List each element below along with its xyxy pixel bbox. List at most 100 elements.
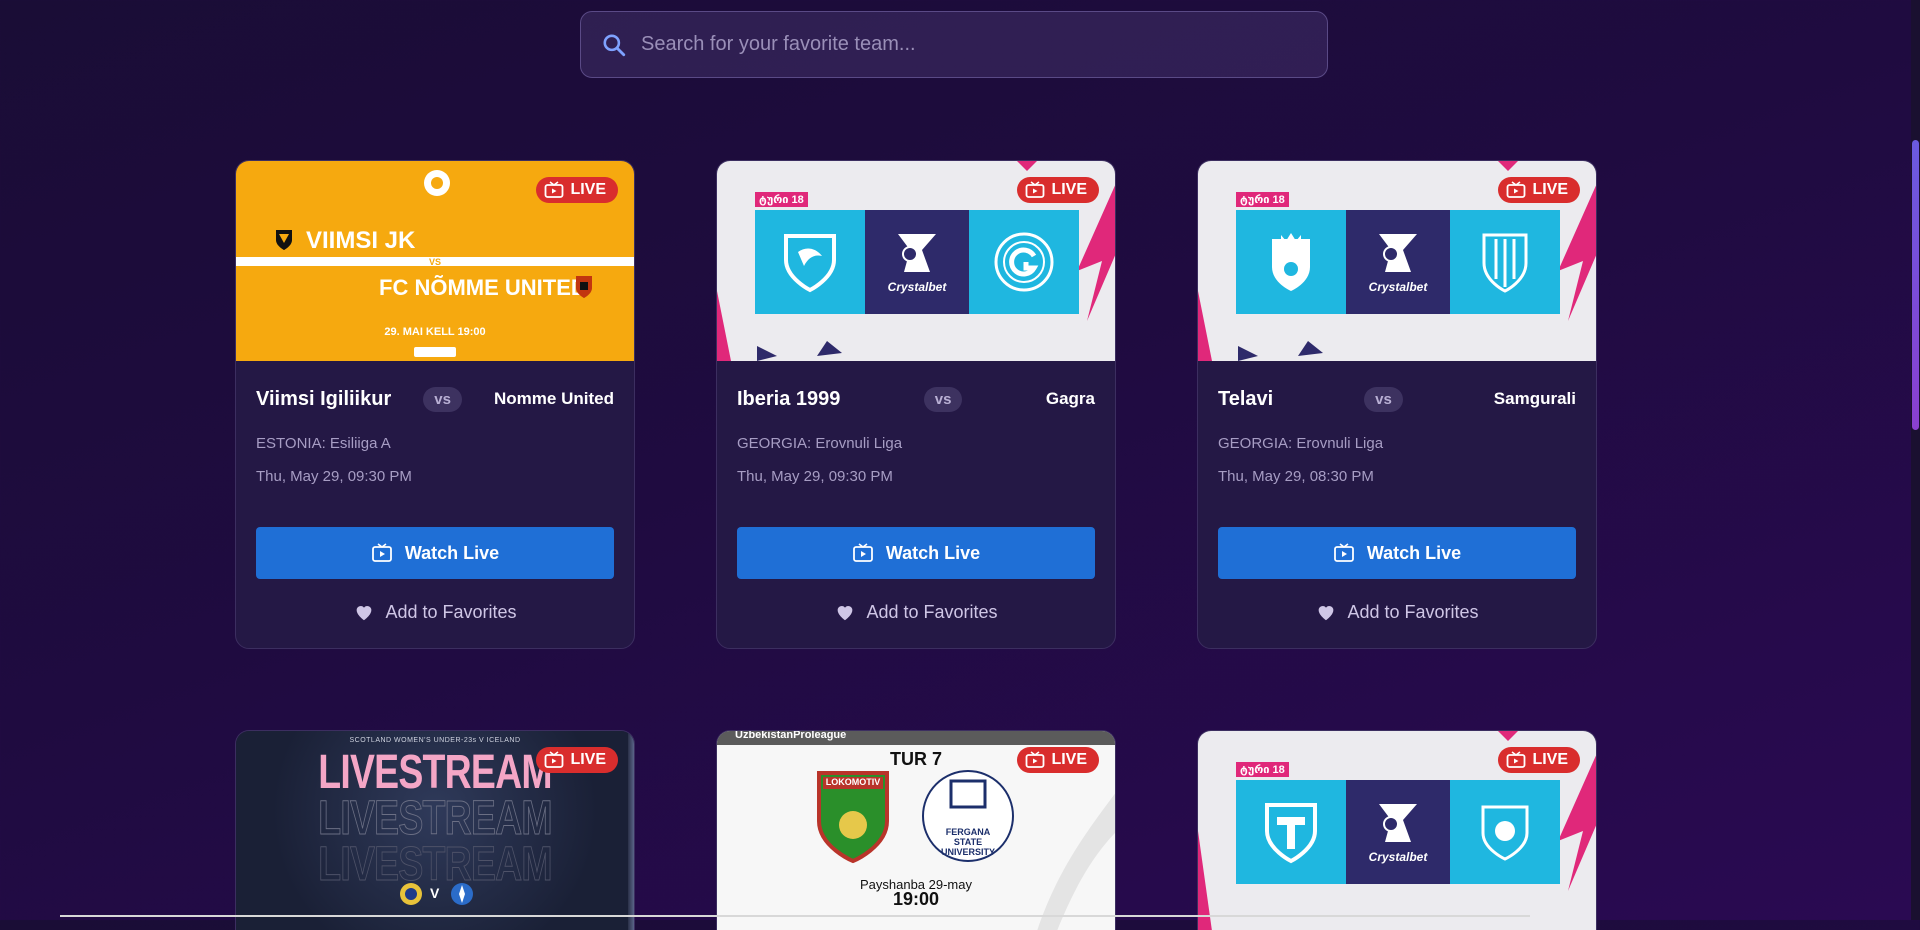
add-to-favorites-button[interactable]: Add to Favorites [256,601,614,623]
heart-icon [1319,606,1334,621]
livestream-echo-2: LIVESTREAM [318,838,553,892]
watch-live-button[interactable]: Watch Live [256,527,614,579]
away-team: Nomme United [494,389,614,408]
live-badge: LIVE [1498,177,1580,203]
nomme-crest-icon [576,276,592,298]
thumb-home-name: VIIMSI JK [306,227,416,254]
watch-live-button[interactable]: Watch Live [1218,527,1576,579]
watch-live-label: Watch Live [404,542,500,563]
home-team: Telavi [1218,387,1274,410]
live-badge: LIVE [536,747,618,773]
thumb-top-text: SCOTLAND WOMEN'S UNDER-23s V ICELAND [349,737,521,744]
league-label: ESTONIA: Esiliiga A [256,435,391,452]
match-thumbnail[interactable]: ტური 18 Crystalbet LIVE [1198,161,1596,361]
thumb-right-edge [628,731,634,930]
home-team: Viimsi Igiliikur [256,387,392,410]
home-logo [1236,210,1346,314]
sponsor-name: Crystalbet [1368,280,1428,294]
home-club-label: LOKOMOTIV [825,777,881,787]
tv-icon [1026,181,1045,198]
match-card: UzbekistanProleague TUR 7 LOKOMOTIV FERG… [716,730,1116,930]
crystal-logo-icon [1379,804,1417,842]
striped-crest-icon [1482,233,1528,293]
match-thumbnail[interactable]: ტური 18 Crystalbet LIVE [1198,731,1596,930]
sponsor-name: Crystalbet [1368,850,1428,864]
vs-badge: vs [923,386,963,412]
thumb-away-name: FC NÕMME UNITED [379,275,587,300]
heart-icon [838,606,853,621]
live-label: LIVE [1532,751,1568,768]
match-time: Thu, May 29, 09:30 PM [256,468,412,485]
away-team: Gagra [1045,389,1095,408]
crystal-logo-icon [898,234,936,272]
add-to-favorites-button[interactable]: Add to Favorites [737,601,1095,623]
heart-icon [357,606,372,621]
versus-letter: V [430,885,440,901]
match-card: ტური 18 Crystalbet LIVE [1197,730,1597,930]
match-thumbnail[interactable]: ტური 18 Crystalbet LIVE [717,161,1115,361]
tv-icon [1507,751,1526,768]
sponsor-logo: Crystalbet [1346,210,1450,314]
search-bar[interactable] [580,11,1328,78]
live-label: LIVE [1051,181,1087,198]
shield-icon [784,234,836,293]
club-crest-icon [424,170,450,196]
horizontal-scrollbar[interactable] [60,915,1530,917]
round-tag: ტური 18 [1236,192,1289,207]
sun-crest-icon [1481,805,1529,861]
scrollbar-thumb[interactable] [1912,140,1919,430]
away-club-label: FERGANA STATE UNIVERSITY [940,827,995,857]
live-badge: LIVE [1017,747,1099,773]
tv-icon [1026,751,1045,768]
live-badge: LIVE [1017,177,1099,203]
sponsor-logo: Crystalbet [1346,780,1450,884]
watch-live-button[interactable]: Watch Live [737,527,1095,579]
tv-icon [545,751,564,768]
watch-live-label: Watch Live [1366,542,1462,563]
add-to-favorites-label: Add to Favorites [866,601,998,622]
match-time: Thu, May 29, 08:30 PM [1218,468,1374,485]
add-to-favorites-label: Add to Favorites [1347,601,1479,622]
match-thumbnail[interactable]: UzbekistanProleague TUR 7 LOKOMOTIV FERG… [717,731,1115,930]
round-tag: ტური 18 [755,192,808,207]
vs-badge: vs [1364,386,1403,412]
tv-icon [371,543,392,562]
match-thumbnail[interactable]: SCOTLAND WOMEN'S UNDER-23s V ICELAND LIV… [236,731,634,930]
league-label: GEORGIA: Erovnuli Liga [737,435,903,452]
add-to-favorites-label: Add to Favorites [385,601,517,622]
away-logo [1450,210,1560,314]
match-card: SCOTLAND WOMEN'S UNDER-23s V ICELAND LIV… [235,730,635,930]
search-input[interactable] [639,32,1303,57]
scotland-crest-icon [400,883,422,905]
thumb-sponsor-logo [414,347,456,357]
match-card: VIIMSI JK VS FC NÕMME UNITED 29. MAI KEL… [235,160,635,649]
crown-crest-icon [1272,233,1310,291]
watch-live-label: Watch Live [885,542,981,563]
tv-icon [852,543,873,562]
away-logo [1450,780,1560,884]
match-card: ტური 18 Crystalbet LIVE Iberia 1999 vs G… [716,160,1116,649]
scrollbar-track[interactable] [1911,0,1920,920]
sponsor-logo: Crystalbet [865,210,969,314]
club-badge-icon [994,232,1054,292]
match-time: Thu, May 29, 09:30 PM [737,468,893,485]
home-logo [1236,780,1346,884]
tv-icon [545,181,564,198]
away-logo [969,210,1079,314]
match-thumbnail[interactable]: VIIMSI JK VS FC NÕMME UNITED 29. MAI KEL… [236,161,634,361]
home-team: Iberia 1999 [737,387,841,410]
round-tag: ტური 18 [1236,762,1289,777]
vs-badge: vs [423,386,462,412]
tv-icon [1507,181,1526,198]
live-label: LIVE [1532,181,1568,198]
home-logo [755,210,865,314]
live-label: LIVE [1051,751,1087,768]
shield-t-icon [1265,803,1317,864]
live-label: LIVE [570,751,606,768]
league-name: UzbekistanProleague [735,731,847,741]
live-label: LIVE [570,181,606,198]
add-to-favorites-button[interactable]: Add to Favorites [1218,601,1576,623]
live-badge: LIVE [536,177,618,203]
sponsor-name: Crystalbet [887,280,947,294]
away-team: Samgurali [1493,389,1576,408]
